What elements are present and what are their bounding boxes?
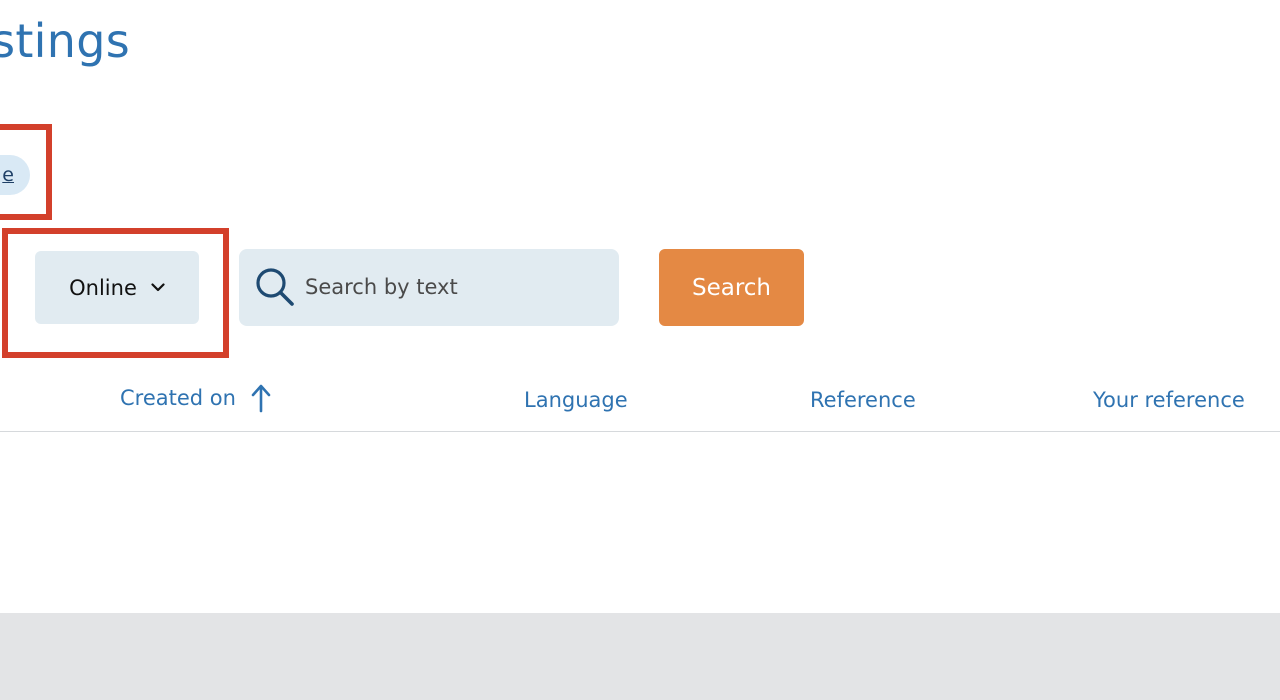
highlight-box-filter	[2, 228, 229, 358]
search-input[interactable]	[305, 267, 605, 307]
search-button[interactable]: Search	[659, 249, 804, 326]
column-header-language[interactable]: Language	[524, 388, 628, 412]
page-title: istings	[0, 14, 130, 68]
search-icon	[256, 268, 294, 306]
table-divider	[0, 431, 1280, 432]
footer	[0, 613, 1280, 700]
column-header-reference[interactable]: Reference	[810, 388, 916, 412]
column-header-label: Created on	[120, 386, 236, 410]
highlight-box-chip	[0, 124, 52, 220]
column-header-created-on[interactable]: Created on	[120, 383, 272, 413]
arrow-up-icon[interactable]	[250, 383, 272, 413]
search-box[interactable]	[239, 249, 619, 326]
main-content: istings e Online Search Created on Langu…	[0, 0, 1280, 613]
column-header-your-reference[interactable]: Your reference	[1093, 388, 1245, 412]
